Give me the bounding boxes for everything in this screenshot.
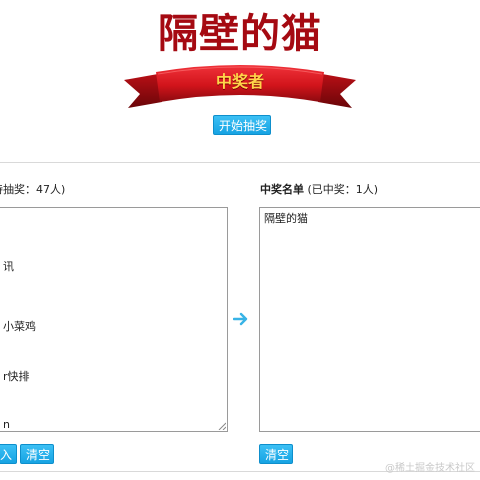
- clear-candidates-button[interactable]: 清空: [20, 444, 54, 464]
- lottery-page: 隔壁的猫 中奖者 开始抽奖 待抽奖：47人) 中奖名单 (已中奖：1人) 讯 小…: [0, 0, 480, 480]
- list-item: 讯: [3, 260, 14, 273]
- import-button[interactable]: 入: [0, 444, 17, 464]
- watermark: @稀土掘金技术社区: [385, 463, 475, 474]
- pending-count-label: 待抽奖：47人): [0, 183, 66, 196]
- candidate-textarea[interactable]: 讯 小菜鸡 r快排 n: [0, 207, 228, 432]
- start-draw-button[interactable]: 开始抽奖: [213, 115, 271, 135]
- list-item: r快排: [3, 370, 30, 383]
- winner-name-heading: 隔壁的猫: [158, 10, 322, 57]
- clear-winners-button[interactable]: 清空: [259, 444, 293, 464]
- winner-entry: 隔壁的猫: [264, 212, 308, 225]
- winner-list-title: 中奖名单: [260, 183, 304, 196]
- arrow-right-icon: [233, 312, 248, 326]
- list-item: n: [3, 418, 10, 431]
- ribbon-label: 中奖者: [215, 72, 264, 91]
- winner-textarea[interactable]: 隔壁的猫: [259, 207, 480, 432]
- list-item: 小菜鸡: [3, 320, 36, 333]
- winner-list-label: 中奖名单 (已中奖：1人): [260, 183, 378, 197]
- resize-grip-icon[interactable]: [218, 422, 226, 430]
- winner-count: (已中奖：1人): [304, 183, 379, 196]
- top-divider: [0, 162, 480, 163]
